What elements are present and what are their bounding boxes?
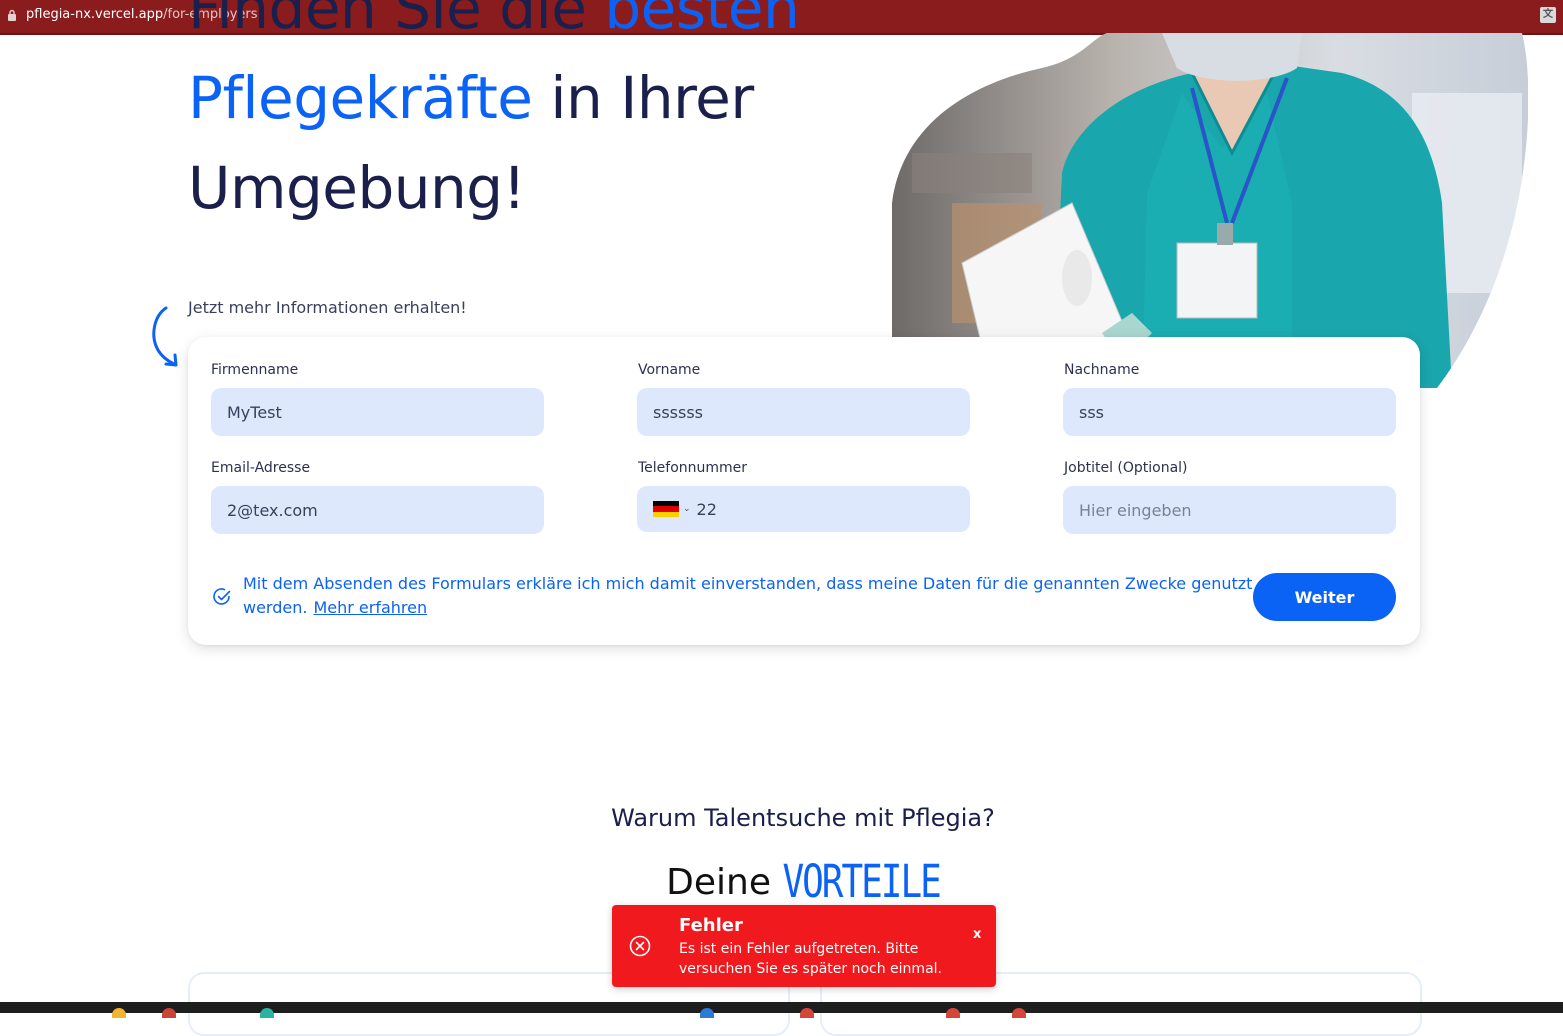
- section-title: Deine VORTEILE: [0, 857, 1563, 908]
- taskbar-app-icon[interactable]: [700, 1008, 714, 1018]
- telefon-value: 22: [696, 499, 717, 519]
- hero-line1-dark: Finden Sie die: [188, 0, 605, 42]
- label-nachname: Nachname: [1064, 362, 1140, 378]
- toast-close-button[interactable]: x: [973, 927, 981, 942]
- taskbar-app-icon[interactable]: [112, 1008, 126, 1018]
- hero-image: [892, 33, 1528, 388]
- toast-message: Es ist ein Fehler aufgetreten. Bitte ver…: [679, 941, 942, 977]
- hero-line2-dark: in Ihrer: [532, 64, 754, 132]
- lock-icon: [8, 9, 16, 21]
- os-taskbar: [0, 1002, 1563, 1018]
- lead-form-card: Firmenname MyTest Vorname ssssss Nachnam…: [188, 337, 1420, 645]
- label-jobtitel: Jobtitel (Optional): [1064, 460, 1188, 476]
- subhead-text: Jetzt mehr Informationen erhalten!: [188, 298, 467, 317]
- taskbar-app-icon[interactable]: [1012, 1008, 1026, 1018]
- hero-line3-dark: Umgebung!: [188, 154, 526, 222]
- weiter-button[interactable]: Weiter: [1253, 573, 1396, 621]
- label-telefon: Telefonnummer: [638, 460, 748, 476]
- vorname-value: ssssss: [653, 402, 704, 422]
- firmenname-value: MyTest: [227, 402, 282, 422]
- telefon-input[interactable]: ⌄ 22: [637, 486, 970, 532]
- translate-icon[interactable]: 文: [1540, 7, 1556, 23]
- label-vorname: Vorname: [638, 362, 701, 378]
- section-title-accent: VORTEILE: [782, 856, 941, 909]
- error-circle-icon: [629, 935, 651, 957]
- hero-heading: Finden Sie die besten Pflegekräfte in Ih…: [188, 0, 888, 233]
- email-value: 2@tex.com: [227, 500, 318, 520]
- error-toast: Fehler Es ist ein Fehler aufgetreten. Bi…: [612, 905, 996, 987]
- nachname-value: sss: [1079, 402, 1105, 422]
- taskbar-app-icon[interactable]: [162, 1008, 176, 1018]
- email-input[interactable]: 2@tex.com: [211, 486, 544, 534]
- hero-line1-blue: besten: [604, 0, 800, 42]
- hero-line2-blue: Pflegekräfte: [188, 64, 533, 132]
- section-title-plain: Deine: [666, 862, 783, 903]
- mehr-erfahren-link[interactable]: Mehr erfahren: [313, 598, 427, 617]
- germany-flag-icon[interactable]: [653, 501, 679, 517]
- consent-text: Mit dem Absenden des Formulars erkläre i…: [243, 572, 1253, 620]
- taskbar-app-icon[interactable]: [800, 1008, 814, 1018]
- vorname-input[interactable]: ssssss: [637, 388, 970, 436]
- label-email: Email-Adresse: [211, 460, 311, 476]
- nachname-input[interactable]: sss: [1063, 388, 1396, 436]
- nurse-photo: [892, 33, 1528, 388]
- taskbar-app-icon[interactable]: [260, 1008, 274, 1018]
- jobtitel-placeholder: Hier eingeben: [1079, 500, 1192, 520]
- check-circle-icon[interactable]: [212, 587, 232, 607]
- url-host: pflegia-nx.vercel.app: [26, 7, 164, 22]
- taskbar-app-icon[interactable]: [946, 1008, 960, 1018]
- toast-title: Fehler: [679, 915, 743, 936]
- firmenname-input[interactable]: MyTest: [211, 388, 544, 436]
- section-kicker: Warum Talentsuche mit Pflegia?: [611, 804, 995, 832]
- chevron-down-icon[interactable]: ⌄: [683, 504, 691, 514]
- curved-arrow-icon: [152, 306, 178, 367]
- jobtitel-input[interactable]: Hier eingeben: [1063, 486, 1396, 534]
- label-firmenname: Firmenname: [211, 362, 299, 378]
